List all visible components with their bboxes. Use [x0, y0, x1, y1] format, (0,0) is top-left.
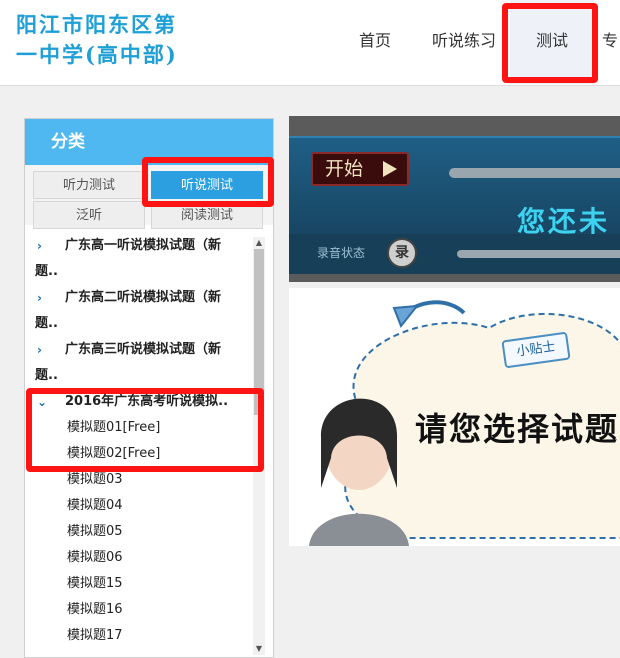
nav-test[interactable]: 测试: [510, 0, 594, 84]
scroll-up-icon[interactable]: ▲: [253, 237, 265, 249]
progress-track: [449, 168, 620, 178]
test-item[interactable]: 模拟题16: [31, 597, 267, 623]
test-item[interactable]: 模拟题06: [31, 545, 267, 571]
tree-node-label-cont: 题..: [35, 368, 58, 383]
site-header: 阳江市阳东区第 一中学(高中部) 首页 听说练习 测试 专: [0, 0, 620, 86]
tree-node[interactable]: › 广东高三听说模拟试题（新 题..: [31, 337, 267, 389]
nav-topic[interactable]: 专: [602, 0, 620, 84]
test-item[interactable]: 模拟题01[Free]: [31, 415, 267, 441]
category-sidebar: 分类 听力测试 听说测试 泛听 阅读测试 › 广东高一听说模拟试题（新 题.. ›…: [24, 118, 274, 658]
sidebar-title: 分类: [25, 119, 273, 165]
record-level-track: [457, 250, 620, 258]
chevron-right-icon[interactable]: ›: [37, 337, 57, 363]
record-status-label: 录音状态: [317, 246, 366, 260]
nav-listening-speaking[interactable]: 听说练习: [420, 0, 508, 84]
tab-listening-speaking-test[interactable]: 听说测试: [151, 171, 263, 199]
player-panel: 开始 您还未 录音状态 录: [289, 136, 620, 274]
test-player: 开始 您还未 录音状态 录: [289, 116, 620, 282]
tab-extensive-listening[interactable]: 泛听: [33, 201, 145, 229]
tree-node-label-cont: 题..: [35, 316, 58, 331]
tree-scrollbar[interactable]: ▲ ▼: [253, 237, 265, 655]
logo-line1: 阳江市阳东区第: [16, 12, 177, 37]
tip-panel: 小贴士 请您选择试题: [289, 288, 620, 546]
play-icon: [383, 161, 397, 177]
tree-node[interactable]: › 广东高一听说模拟试题（新 题..: [31, 233, 267, 285]
tree-node-label: 广东高二听说模拟试题（新: [65, 290, 222, 305]
start-label: 开始: [325, 158, 364, 180]
logo-line2: 一中学(高中部): [16, 42, 178, 67]
nav-home[interactable]: 首页: [346, 0, 404, 84]
test-item[interactable]: 模拟题17: [31, 623, 267, 649]
test-item[interactable]: 模拟题03: [31, 467, 267, 493]
tab-reading-test[interactable]: 阅读测试: [151, 201, 263, 229]
site-logo[interactable]: 阳江市阳东区第 一中学(高中部): [16, 10, 206, 70]
test-item[interactable]: 模拟题02[Free]: [31, 441, 267, 467]
scroll-thumb[interactable]: [254, 249, 264, 415]
test-item[interactable]: 模拟题05: [31, 519, 267, 545]
tree-node-expanded[interactable]: ⌄ 2016年广东高考听说模拟..: [31, 389, 267, 415]
chevron-down-icon[interactable]: ⌄: [37, 389, 57, 415]
category-tabs: 听力测试 听说测试 泛听 阅读测试: [25, 165, 273, 229]
record-icon[interactable]: 录: [387, 238, 417, 268]
chevron-right-icon[interactable]: ›: [37, 233, 57, 259]
tree-node-label: 广东高三听说模拟试题（新: [65, 342, 222, 357]
tree-node[interactable]: › 广东高二听说模拟试题（新 题..: [31, 285, 267, 337]
tree-node-label: 广东高一听说模拟试题（新: [65, 238, 222, 253]
tip-message: 请您选择试题: [415, 410, 620, 448]
tab-listening-test[interactable]: 听力测试: [33, 171, 145, 199]
start-button[interactable]: 开始: [311, 152, 409, 186]
scroll-down-icon[interactable]: ▼: [253, 643, 265, 655]
chevron-right-icon[interactable]: ›: [37, 285, 57, 311]
test-item[interactable]: 模拟题04: [31, 493, 267, 519]
tree-node-label-cont: 题..: [35, 264, 58, 279]
tree-node-label: 2016年广东高考听说模拟..: [65, 394, 229, 409]
test-item[interactable]: 模拟题15: [31, 571, 267, 597]
test-tree: › 广东高一听说模拟试题（新 题.. › 广东高二听说模拟试题（新 题.. › 广东高…: [31, 233, 267, 655]
